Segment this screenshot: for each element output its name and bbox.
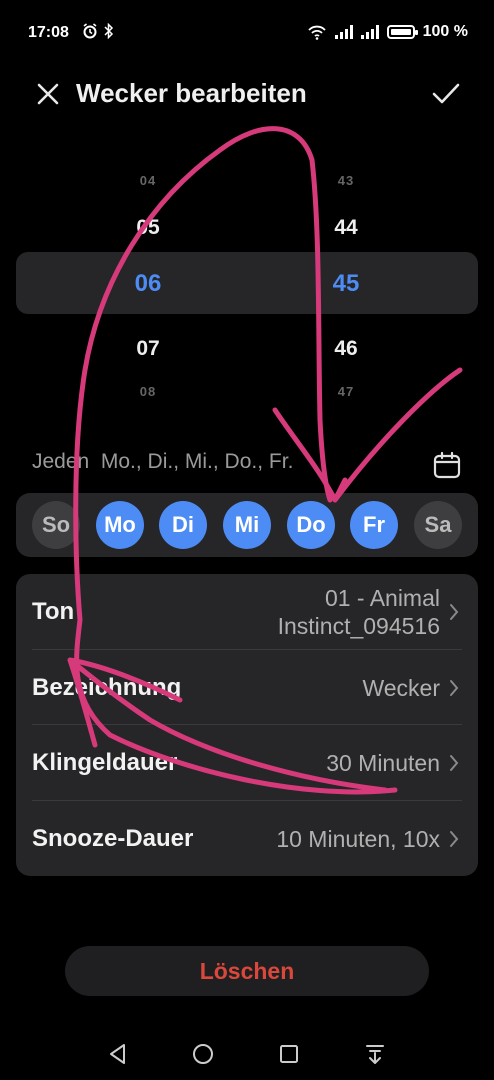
day-toggle-do[interactable]: Do [287, 501, 335, 549]
alarm-icon [83, 23, 97, 39]
home-icon[interactable] [189, 1040, 217, 1068]
chevron-right-icon [450, 830, 459, 847]
sound-value-line2: Instinct_094516 [277, 612, 440, 639]
status-left-icons [82, 23, 114, 39]
sound-setting-row[interactable]: Ton 01 - Animal Instinct_094516 [16, 574, 478, 649]
picker-selection-highlight [16, 252, 478, 314]
delete-button[interactable]: Löschen [65, 946, 429, 996]
label-value: Wecker [362, 674, 440, 701]
day-toggle-mi[interactable]: Mi [223, 501, 271, 549]
day-toggle-so[interactable]: So [32, 501, 80, 549]
hour-option[interactable]: 05 [118, 216, 178, 240]
bluetooth-icon [104, 23, 114, 39]
battery-fill [390, 29, 411, 35]
selected-minute[interactable]: 45 [316, 270, 376, 298]
time-picker[interactable]: 04 05 06 07 08 43 44 45 46 47 [0, 160, 494, 410]
sound-value-line1: 01 - Animal [324, 584, 440, 611]
repeat-summary-row: Jeden Mo., Di., Mi., Do., Fr. [32, 450, 462, 484]
hour-option[interactable]: 04 [118, 173, 178, 188]
back-icon[interactable] [104, 1040, 132, 1068]
battery-percent: 100 % [422, 23, 468, 40]
status-right: 100 % [307, 23, 468, 41]
header: Wecker bearbeiten [0, 66, 494, 122]
recents-icon[interactable] [275, 1040, 303, 1068]
hour-option[interactable]: 08 [118, 384, 178, 399]
chevron-right-icon [450, 754, 459, 771]
minute-option[interactable]: 44 [316, 216, 376, 240]
battery-icon [386, 25, 418, 39]
minute-option[interactable]: 43 [316, 173, 376, 188]
repeat-summary: Jeden Mo., Di., Mi., Do., Fr. [32, 450, 294, 473]
calendar-icon[interactable] [432, 450, 462, 480]
alarm-settings-card: Ton 01 - Animal Instinct_094516 Bezeichn… [16, 574, 478, 876]
chevron-right-icon [450, 603, 459, 620]
wifi-icon [307, 25, 326, 40]
chevron-right-icon [450, 679, 459, 696]
sound-label: Ton [32, 597, 75, 625]
hour-option[interactable]: 07 [118, 337, 178, 361]
signal-icon-2 [360, 25, 379, 39]
close-icon[interactable] [34, 80, 62, 108]
minute-option[interactable]: 46 [316, 337, 376, 361]
signal-icon-1 [334, 25, 353, 39]
label-label: Bezeichnung [32, 673, 182, 701]
snooze-duration-value: 10 Minuten, 10x [276, 825, 440, 852]
notification-shade-icon[interactable] [361, 1040, 389, 1068]
day-toggle-fr[interactable]: Fr [350, 501, 398, 549]
system-navigation-bar [0, 1030, 494, 1080]
minute-option[interactable]: 47 [316, 384, 376, 399]
sound-value: 01 - Animal Instinct_094516 [278, 584, 440, 640]
weekday-selector: So Mo Di Mi Do Fr Sa [16, 493, 478, 557]
ring-duration-row[interactable]: Klingeldauer 30 Minuten [16, 725, 478, 800]
selected-hour[interactable]: 06 [118, 270, 178, 298]
page-title: Wecker bearbeiten [76, 78, 307, 108]
snooze-duration-label: Snooze-Dauer [32, 824, 194, 852]
day-toggle-sa[interactable]: Sa [414, 501, 462, 549]
status-bar: 17:08 100 % [0, 0, 494, 66]
label-setting-row[interactable]: Bezeichnung Wecker [16, 650, 478, 725]
status-time: 17:08 [28, 24, 69, 41]
snooze-duration-row[interactable]: Snooze-Dauer 10 Minuten, 10x [16, 801, 478, 876]
ring-duration-label: Klingeldauer [32, 748, 178, 776]
day-toggle-di[interactable]: Di [159, 501, 207, 549]
ring-duration-value: 30 Minuten [326, 749, 440, 776]
confirm-check-icon[interactable] [430, 78, 462, 110]
day-toggle-mo[interactable]: Mo [96, 501, 144, 549]
